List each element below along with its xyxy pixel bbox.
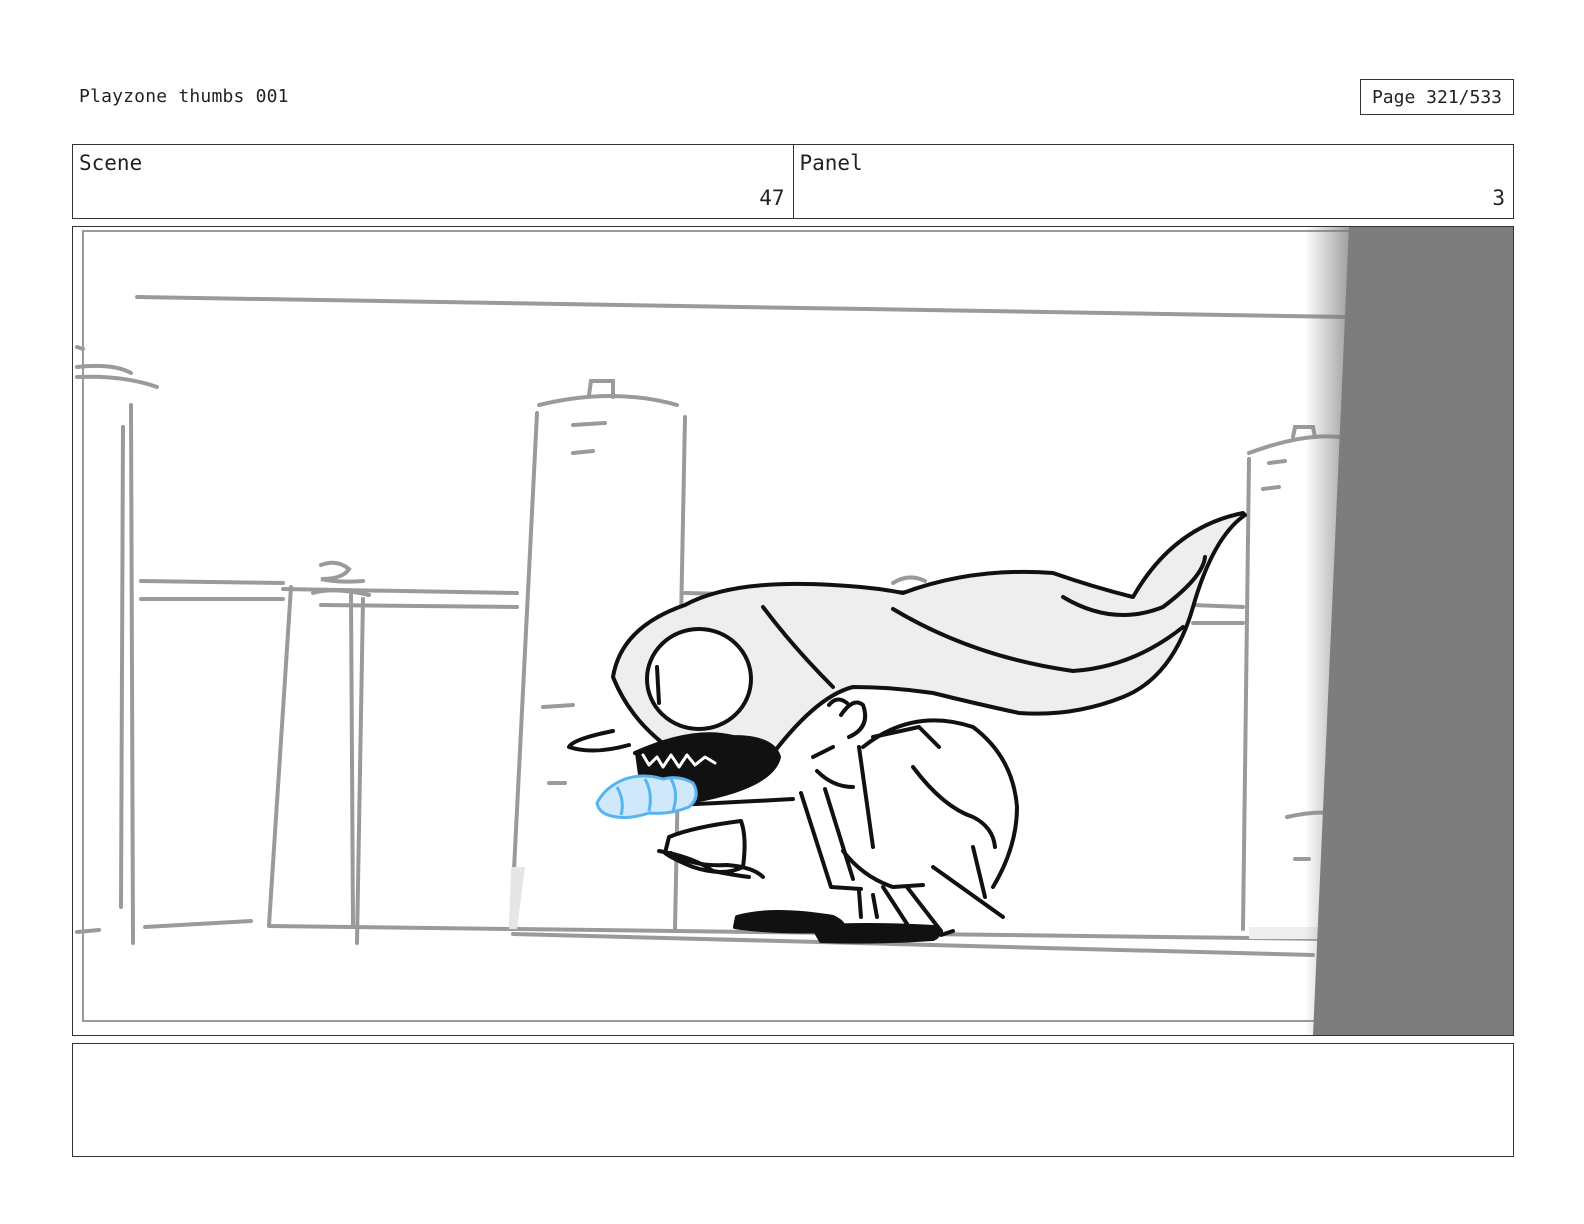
panel-label: Panel — [799, 151, 863, 175]
scene-label: Scene — [79, 151, 143, 175]
panel-cell: Panel 3 — [792, 145, 1514, 218]
storyboard-sketch-image — [75, 227, 1513, 1035]
page-indicator: Page 321/533 — [1360, 79, 1514, 115]
panel-number: 3 — [1492, 186, 1505, 210]
blue-highlight — [595, 774, 698, 819]
scene-cell: Scene 47 — [73, 145, 793, 218]
scene-panel-info: Scene 47 Panel 3 — [72, 144, 1514, 219]
document-title: Playzone thumbs 001 — [79, 86, 289, 107]
storyboard-panel — [72, 226, 1514, 1036]
scene-number: 47 — [759, 186, 785, 210]
notes-area — [72, 1043, 1514, 1157]
